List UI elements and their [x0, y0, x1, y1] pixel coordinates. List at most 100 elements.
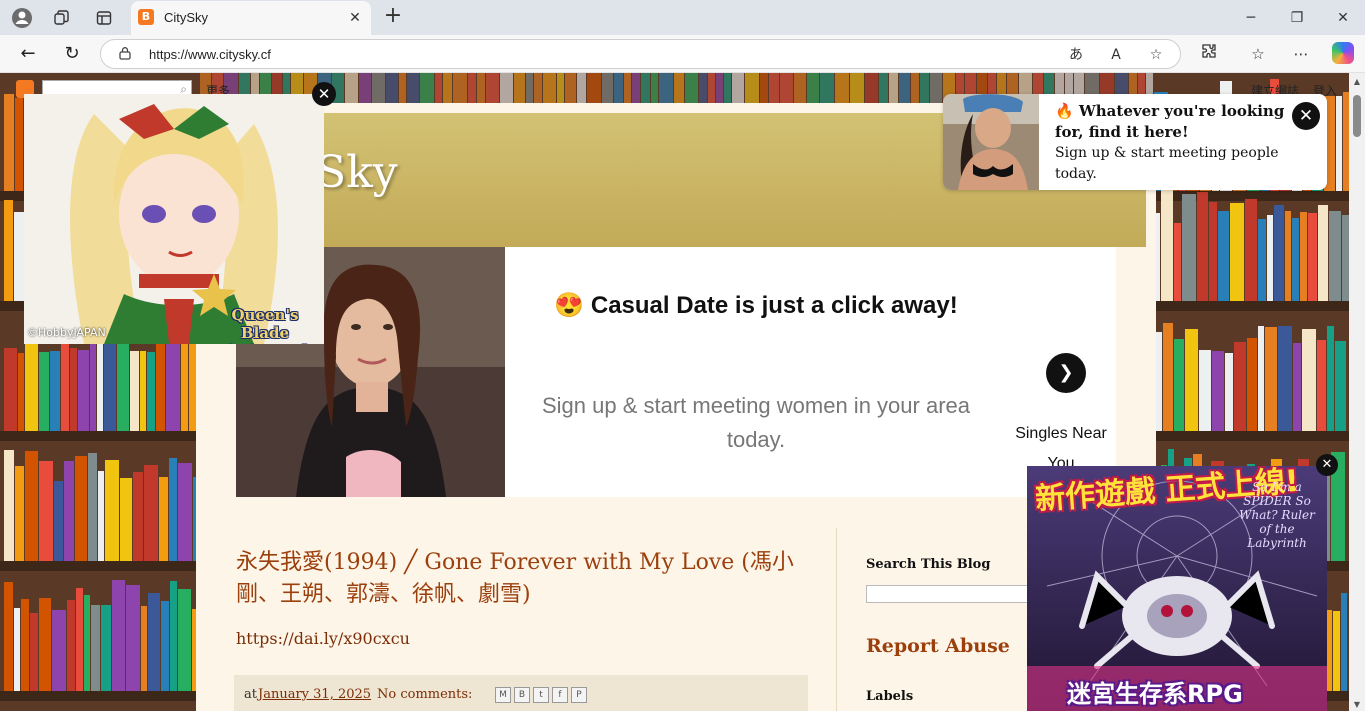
book-spine — [1197, 192, 1208, 303]
book-spine — [84, 595, 90, 693]
copilot-icon[interactable] — [1332, 42, 1354, 64]
book-spine — [39, 352, 49, 433]
game-ad-tagline: 迷宮生存系RPG — [1067, 680, 1243, 708]
shelf-plank — [0, 431, 200, 441]
more-icon[interactable]: ⋯ — [1289, 42, 1313, 66]
search-widget-title: Search This Blog — [866, 557, 991, 572]
book-spine — [1285, 211, 1291, 303]
book-spine — [1317, 340, 1326, 433]
comments-link[interactable]: No comments: — [377, 687, 472, 702]
book-spine — [1258, 219, 1266, 303]
labels-heading: Labels — [866, 689, 914, 704]
book-spine — [1308, 213, 1317, 303]
lock-icon[interactable] — [119, 46, 131, 60]
close-icon[interactable]: ✕ — [1316, 454, 1338, 476]
refresh-icon[interactable]: ↻ — [59, 42, 85, 66]
book-spine — [1225, 353, 1233, 433]
chevron-right-icon[interactable]: ❯ — [1046, 353, 1086, 393]
book-spine — [15, 466, 24, 563]
book-spine — [39, 461, 53, 563]
extensions-icon[interactable] — [1197, 42, 1221, 66]
book-spine — [61, 343, 69, 433]
book-spine — [75, 456, 87, 563]
book-spine — [1234, 342, 1246, 433]
tab-strip: B CitySky ✕ + ─ ❐ ✕ — [0, 0, 1365, 35]
ad-headline[interactable]: 😍 Casual Date is just a click away! — [536, 289, 976, 323]
scroll-up-icon[interactable]: ▲ — [1352, 77, 1362, 86]
active-tab[interactable]: B CitySky ✕ — [131, 1, 371, 35]
workspaces-icon[interactable] — [50, 6, 74, 30]
book-spine — [1302, 329, 1316, 433]
blog-title[interactable]: Sky — [316, 147, 398, 198]
star-icon[interactable]: ☆ — [1145, 44, 1167, 66]
book-spine — [144, 465, 158, 563]
dating-ad-banner[interactable]: 😍 Casual Date is just a click away! Sign… — [236, 247, 1116, 497]
book-spine — [25, 451, 38, 563]
book-spine — [39, 598, 51, 693]
blog-this-icon[interactable]: B — [514, 687, 530, 703]
tab-actions-icon[interactable] — [92, 6, 116, 30]
book-spine — [178, 589, 191, 693]
book-spine — [117, 331, 129, 433]
shelf-plank — [1150, 301, 1350, 311]
report-abuse-link[interactable]: Report Abuse — [866, 635, 1010, 657]
book-spine — [178, 463, 192, 563]
book-spine — [169, 458, 177, 563]
pinterest-icon[interactable]: P — [571, 687, 587, 703]
book-spine — [1161, 190, 1173, 303]
post-footer: at January 31, 2025 No comments: M B t f… — [234, 675, 808, 711]
game-ad-logo: So I'm a SPIDER So What? Ruler of the La… — [1239, 480, 1315, 550]
book-spine — [1274, 205, 1284, 303]
shelf-plank — [0, 561, 200, 571]
close-icon[interactable]: ✕ — [312, 82, 336, 106]
book-spine — [54, 481, 63, 563]
restore-icon[interactable]: ❐ — [1285, 6, 1309, 30]
book-spine — [18, 353, 24, 433]
blog-search-input[interactable] — [866, 585, 1036, 603]
profile-icon[interactable] — [10, 6, 34, 30]
book-spine — [98, 471, 104, 563]
book-spine — [1163, 323, 1173, 433]
fire-icon: 🔥 — [1055, 102, 1074, 120]
book-spine — [161, 601, 169, 693]
book-spine — [1329, 211, 1341, 303]
post-video-link[interactable]: https://dai.ly/x90cxcu — [236, 629, 410, 648]
book-spine — [88, 453, 97, 563]
scroll-thumb[interactable] — [1353, 95, 1361, 137]
ad-subtext[interactable]: Sign up & start meeting women in your ar… — [536, 389, 976, 457]
close-icon[interactable]: ✕ — [1331, 6, 1355, 30]
translate-icon[interactable]: あ — [1065, 44, 1087, 66]
book-spine — [14, 608, 20, 693]
spider-game-ad[interactable]: 新作遊戲 正式上線! So I'm a SPIDER So What? Rule… — [1027, 466, 1327, 711]
anime-game-ad[interactable]: ©HobbyJAPAN Queen's Blade LimitBreak — [24, 94, 324, 344]
notify-title-text: Whatever you're looking for, find it her… — [1055, 102, 1285, 141]
heart-eyes-emoji-icon: 😍 — [554, 292, 585, 319]
page-scrollbar[interactable]: ▲ ▼ — [1349, 73, 1365, 711]
book-spine — [130, 351, 139, 433]
book-spine — [1174, 223, 1181, 303]
book-spine — [1278, 326, 1292, 433]
book-spine — [1267, 215, 1273, 303]
favorites-icon[interactable]: ☆ — [1246, 42, 1270, 66]
book-spine — [64, 461, 74, 563]
plus-icon[interactable]: + — [381, 5, 405, 29]
post-title[interactable]: 永失我愛(1994) ╱ Gone Forever with My Love (… — [236, 547, 796, 611]
book-spine — [70, 348, 77, 433]
minimize-icon[interactable]: ─ — [1239, 6, 1263, 30]
back-arrow-icon[interactable]: ← — [15, 42, 41, 66]
book-spine — [21, 599, 29, 693]
book-spine — [91, 605, 100, 693]
address-bar[interactable]: https://www.citysky.cf あ A ☆ — [100, 39, 1181, 69]
tab-close-icon[interactable]: ✕ — [345, 8, 365, 28]
email-icon[interactable]: M — [495, 687, 511, 703]
post-date-link[interactable]: January 31, 2025 — [258, 687, 371, 702]
read-aloud-icon[interactable]: A — [1105, 44, 1127, 66]
twitter-icon[interactable]: t — [533, 687, 549, 703]
url-text[interactable]: https://www.citysky.cf — [149, 47, 271, 62]
book-spine — [4, 348, 17, 433]
close-icon[interactable]: ✕ — [1292, 102, 1320, 130]
facebook-icon[interactable]: f — [552, 687, 568, 703]
book-spine — [4, 200, 13, 303]
scroll-down-icon[interactable]: ▼ — [1352, 700, 1362, 709]
notification-popup[interactable]: 🔥 Whatever you're looking for, find it h… — [943, 94, 1327, 190]
